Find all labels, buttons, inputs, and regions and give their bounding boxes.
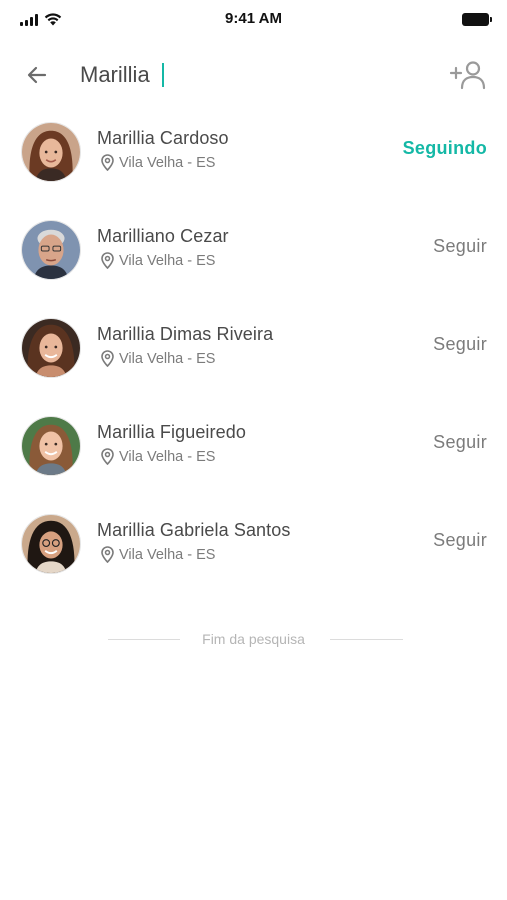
location-text: Vila Velha - ES (119, 350, 216, 367)
end-of-search-text: Fim da pesquisa (202, 631, 305, 647)
status-bar: 9:41 AM (0, 0, 507, 40)
back-button[interactable] (22, 60, 52, 90)
user-name[interactable]: Marillia Cardoso (97, 128, 229, 149)
location-text: Vila Velha - ES (119, 448, 216, 465)
follow-button[interactable]: Seguir (433, 432, 487, 453)
follow-button[interactable]: Seguir (433, 334, 487, 355)
location-pin-icon (101, 252, 114, 269)
user-name[interactable]: Marillia Gabriela Santos (97, 520, 290, 541)
user-location: Vila Velha - ES (100, 448, 215, 465)
list-item[interactable]: Marillia Figueiredo Vila Velha - ES Segu… (0, 404, 507, 502)
search-results-list: Marillia Cardoso Vila Velha - ES Seguind… (0, 110, 507, 600)
divider-line (330, 639, 403, 640)
avatar-image (22, 319, 80, 377)
search-header (0, 52, 507, 98)
list-item[interactable]: Marilliano Cezar Vila Velha - ES Seguir (0, 208, 507, 306)
following-button[interactable]: Seguindo (403, 138, 487, 159)
location-pin-icon (101, 546, 114, 563)
add-user-button[interactable] (449, 58, 489, 92)
avatar[interactable] (21, 220, 81, 280)
follow-button[interactable]: Seguir (433, 530, 487, 551)
avatar-image (22, 221, 80, 279)
user-name[interactable]: Marillia Figueiredo (97, 422, 246, 443)
user-location: Vila Velha - ES (100, 546, 215, 563)
end-of-search-divider: Fim da pesquisa (0, 629, 507, 649)
user-location: Vila Velha - ES (100, 154, 215, 171)
search-input[interactable] (80, 58, 380, 92)
text-caret (162, 63, 164, 87)
follow-button[interactable]: Seguir (433, 236, 487, 257)
location-pin-icon (101, 154, 114, 171)
arrow-left-icon (27, 66, 47, 84)
status-time: 9:41 AM (225, 10, 282, 27)
user-location: Vila Velha - ES (100, 252, 215, 269)
location-pin-icon (101, 448, 114, 465)
location-text: Vila Velha - ES (119, 252, 216, 269)
location-text: Vila Velha - ES (119, 154, 216, 171)
location-pin-icon (101, 350, 114, 367)
avatar[interactable] (21, 318, 81, 378)
avatar-image (22, 417, 80, 475)
list-item[interactable]: Marillia Dimas Riveira Vila Velha - ES S… (0, 306, 507, 404)
user-name[interactable]: Marilliano Cezar (97, 226, 229, 247)
location-text: Vila Velha - ES (119, 546, 216, 563)
avatar[interactable] (21, 514, 81, 574)
add-user-icon (449, 61, 486, 90)
avatar[interactable] (21, 122, 81, 182)
list-item[interactable]: Marillia Gabriela Santos Vila Velha - ES… (0, 502, 507, 600)
user-name[interactable]: Marillia Dimas Riveira (97, 324, 273, 345)
user-location: Vila Velha - ES (100, 350, 215, 367)
battery-icon (462, 13, 492, 26)
avatar-image (22, 123, 80, 181)
list-item[interactable]: Marillia Cardoso Vila Velha - ES Seguind… (0, 110, 507, 208)
avatar[interactable] (21, 416, 81, 476)
avatar-image (22, 515, 80, 573)
